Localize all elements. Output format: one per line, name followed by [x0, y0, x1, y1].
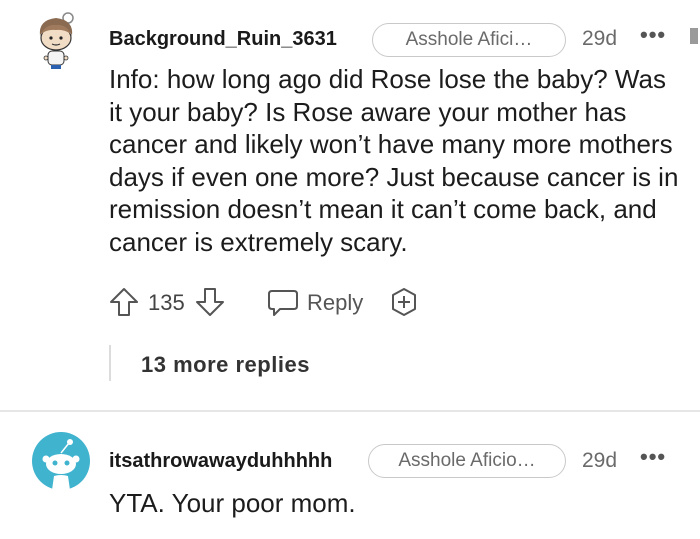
snoo-avatar-icon	[32, 432, 90, 490]
award-icon[interactable]	[388, 286, 420, 318]
comment-age: 29d	[582, 27, 618, 50]
comment-body: Info: how long ago did Rose lose the bab…	[109, 64, 679, 257]
username[interactable]: Background_Ruin_3631	[109, 28, 337, 51]
downvote-icon[interactable]	[194, 286, 226, 318]
more-dots-icon[interactable]: •••	[640, 22, 666, 48]
user-flair: Asshole Afici…	[372, 23, 566, 57]
vote-score: 135	[148, 290, 185, 315]
user-flair: Asshole Aficio…	[368, 444, 566, 478]
more-replies-link[interactable]: 13 more replies	[141, 352, 310, 378]
avatar[interactable]	[32, 432, 90, 490]
username[interactable]: itsathrowawayduhhhhh	[109, 450, 332, 473]
comment-1: Background_Ruin_3631 Asshole Afici… 29d …	[0, 0, 700, 400]
comment-2: itsathrowawayduhhhhh Asshole Aficio… 29d…	[0, 412, 700, 539]
reply-label: Reply	[307, 290, 364, 315]
comment-body: YTA. Your poor mom.	[109, 488, 356, 518]
comment-age: 29d	[582, 449, 618, 472]
snoo-avatar-icon	[39, 12, 74, 69]
thread-line[interactable]	[109, 345, 111, 381]
upvote-icon[interactable]	[108, 286, 140, 318]
reply-button[interactable]: Reply	[266, 286, 376, 318]
avatar[interactable]	[32, 10, 80, 72]
chat-bubble-icon	[268, 290, 298, 316]
more-dots-icon[interactable]: •••	[640, 444, 666, 470]
scrollbar[interactable]	[690, 28, 698, 44]
